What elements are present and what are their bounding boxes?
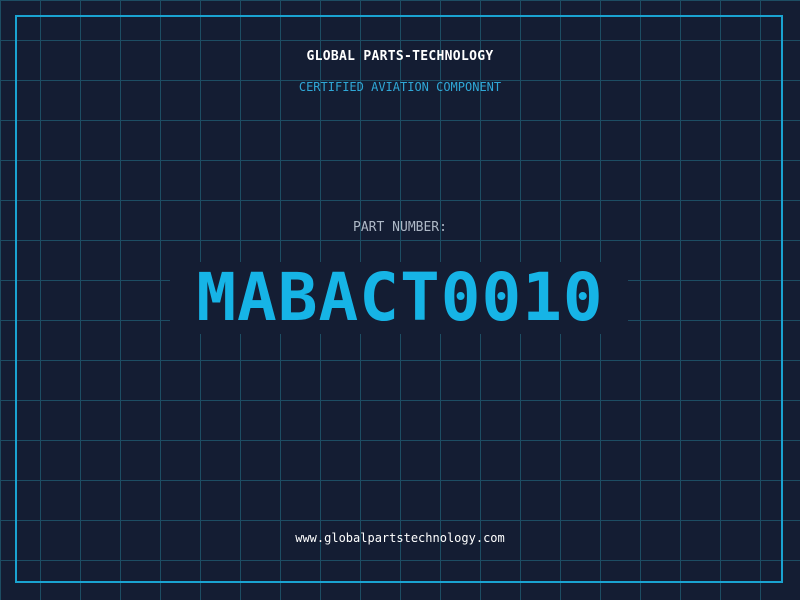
certification-tagline: CERTIFIED AVIATION COMPONENT	[298, 80, 502, 94]
part-number-label: PART NUMBER:	[353, 220, 447, 235]
company-name: GLOBAL PARTS-TECHNOLOGY	[306, 49, 494, 64]
website-url: www.globalpartstechnology.com	[295, 531, 505, 545]
part-number-value: MABACT0010	[196, 259, 604, 336]
